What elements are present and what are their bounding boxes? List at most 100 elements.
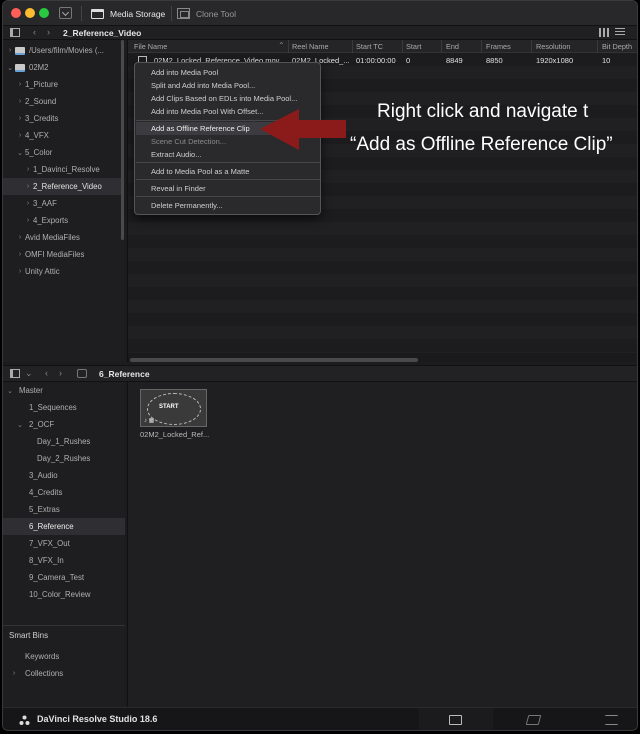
column-header-bit-depth[interactable]: Bit Depth xyxy=(602,42,632,51)
list-view-icon[interactable] xyxy=(615,28,625,37)
tree-item-label: 1_Picture xyxy=(25,80,58,89)
menu-item-extract-audio[interactable]: Extract Audio... xyxy=(151,150,201,159)
bin-5-extras[interactable]: 5_Extras xyxy=(3,501,125,518)
tree-scrollbar[interactable] xyxy=(121,40,124,240)
chevron-right-icon[interactable]: › xyxy=(15,251,25,258)
bin-8-vfx-in[interactable]: 8_VFX_In xyxy=(3,552,125,569)
tree-item-label: OMFI MediaFiles xyxy=(25,250,85,259)
annotation-line-1: Right click and navigate t xyxy=(377,101,589,122)
bin-label: 10_Color_Review xyxy=(29,590,91,599)
tree-item-4-exports[interactable]: › 4_Exports xyxy=(3,212,123,229)
tree-item-3-aaf[interactable]: › 3_AAF xyxy=(3,195,123,212)
menu-item-delete-permanently[interactable]: Delete Permanently... xyxy=(151,201,223,210)
chevron-right-icon[interactable]: › xyxy=(15,115,25,122)
thumbnail-view-icon[interactable] xyxy=(599,28,609,37)
zoom-window-button[interactable] xyxy=(39,8,49,18)
filter-icon[interactable] xyxy=(77,369,87,378)
menu-item-add-as-offline-reference-clip[interactable]: Add as Offline Reference Clip xyxy=(151,124,250,133)
bin-master[interactable]: ⌄ Master xyxy=(3,382,125,399)
bin-day-1-rushes[interactable]: Day_1_Rushes xyxy=(3,433,125,450)
file-list-header: File Name ⌃ Reel Name Start TC Start End… xyxy=(128,40,637,53)
chevron-down-icon[interactable]: ⌄ xyxy=(5,64,15,72)
tree-item-1-davinci-resolve[interactable]: › 1_Davinci_Resolve xyxy=(3,161,123,178)
clip-thumbnail[interactable]: START ♪ ▦ xyxy=(140,389,207,427)
menu-item-add-as-matte[interactable]: Add to Media Pool as a Matte xyxy=(151,167,249,176)
back-arrow-icon[interactable]: ‹ xyxy=(33,27,36,37)
close-window-button[interactable] xyxy=(11,8,21,18)
frames-cell: 8850 xyxy=(486,56,503,65)
bin-7-vfx-out[interactable]: 7_VFX_Out xyxy=(3,535,125,552)
horizontal-scrollbar[interactable] xyxy=(130,358,418,362)
tab-media-storage[interactable]: Media Storage xyxy=(91,1,165,26)
clip-viewer: START ♪ ▦ 02M2_Locked_Ref... xyxy=(127,382,637,707)
chevron-right-icon[interactable]: › xyxy=(15,81,25,88)
menu-item-scene-cut-detection[interactable]: Scene Cut Detection... xyxy=(151,137,226,146)
dropdown-toggle-icon[interactable] xyxy=(59,7,72,19)
sidebar-toggle-icon[interactable] xyxy=(10,369,20,378)
menu-item-add-into-media-pool[interactable]: Add into Media Pool xyxy=(151,68,218,77)
menu-item-add-clips-edl[interactable]: Add Clips Based on EDLs into Media Pool.… xyxy=(151,94,297,103)
tree-item-users-movies[interactable]: › /Users/film/Movies (... xyxy=(3,42,123,59)
bin-3-audio[interactable]: 3_Audio xyxy=(3,467,125,484)
cut-page-button[interactable] xyxy=(497,708,571,730)
smart-bin-collections[interactable]: › Collections xyxy=(3,665,125,682)
column-header-start-tc[interactable]: Start TC xyxy=(356,42,383,51)
chevron-right-icon[interactable]: › xyxy=(5,47,15,54)
tree-item-4-vfx[interactable]: › 4_VFX xyxy=(3,127,123,144)
chevron-down-icon[interactable]: ⌄ xyxy=(5,387,15,395)
menu-item-add-with-offset[interactable]: Add into Media Pool With Offset... xyxy=(151,107,263,116)
chevron-down-icon[interactable]: ⌄ xyxy=(15,421,25,429)
sidebar-toggle-icon[interactable] xyxy=(10,28,20,37)
sort-chevron-icon[interactable]: ⌃ xyxy=(278,41,285,50)
smart-bins-title: Smart Bins xyxy=(9,631,49,640)
tree-item-omfi-mediafiles[interactable]: › OMFI MediaFiles xyxy=(3,246,123,263)
chevron-down-icon[interactable]: ⌄ xyxy=(15,149,25,157)
chevron-right-icon[interactable]: › xyxy=(15,268,25,275)
bin-4-credits[interactable]: 4_Credits xyxy=(3,484,125,501)
media-pool-toolbar: ⌄ ‹ › 6_Reference xyxy=(3,365,637,382)
bin-6-reference[interactable]: 6_Reference xyxy=(3,518,125,535)
bin-2-ocf[interactable]: ⌄ 2_OCF xyxy=(3,416,125,433)
column-header-frames[interactable]: Frames xyxy=(486,42,511,51)
column-header-reel-name[interactable]: Reel Name xyxy=(292,42,329,51)
forward-arrow-icon[interactable]: › xyxy=(59,368,62,378)
tree-item-unity-attic[interactable]: › Unity Attic xyxy=(3,263,123,280)
back-arrow-icon[interactable]: ‹ xyxy=(45,368,48,378)
fairlight-page-button[interactable] xyxy=(575,708,637,730)
chevron-right-icon[interactable]: › xyxy=(23,166,33,173)
bin-9-camera-test[interactable]: 9_Camera_Test xyxy=(3,569,125,586)
chevron-right-icon[interactable]: › xyxy=(15,132,25,139)
tree-item-1-picture[interactable]: › 1_Picture xyxy=(3,76,123,93)
tree-item-avid-mediafiles[interactable]: › Avid MediaFiles xyxy=(3,229,123,246)
menu-item-reveal-in-finder[interactable]: Reveal in Finder xyxy=(151,184,206,193)
clone-tool-icon xyxy=(177,8,190,19)
menu-item-split-and-add[interactable]: Split and Add into Media Pool... xyxy=(151,81,255,90)
chevron-right-icon[interactable]: › xyxy=(23,217,33,224)
smart-bin-keywords[interactable]: Keywords xyxy=(3,648,125,665)
chevron-right-icon[interactable]: › xyxy=(9,670,19,677)
column-header-resolution[interactable]: Resolution xyxy=(536,42,570,51)
media-page-button[interactable] xyxy=(419,708,493,730)
tree-item-5-color[interactable]: ⌄ 5_Color xyxy=(3,144,123,161)
tree-item-3-credits[interactable]: › 3_Credits xyxy=(3,110,123,127)
tab-clone-tool[interactable]: Clone Tool xyxy=(177,1,236,26)
tree-item-label: 4_Exports xyxy=(33,216,69,225)
bin-1-sequences[interactable]: 1_Sequences xyxy=(3,399,125,416)
column-header-file-name[interactable]: File Name xyxy=(134,42,167,51)
tree-item-02m2[interactable]: ⌄ 02M2 xyxy=(3,59,123,76)
chevron-right-icon[interactable]: › xyxy=(23,200,33,207)
tree-item-2-reference-video[interactable]: › 2_Reference_Video xyxy=(3,178,123,195)
column-header-end[interactable]: End xyxy=(446,42,459,51)
bin-day-2-rushes[interactable]: Day_2_Rushes xyxy=(3,450,125,467)
current-bin-title: 6_Reference xyxy=(99,369,150,379)
bin-10-color-review[interactable]: 10_Color_Review xyxy=(3,586,125,603)
tree-item-2-sound[interactable]: › 2_Sound xyxy=(3,93,123,110)
chevron-right-icon[interactable]: › xyxy=(15,98,25,105)
forward-arrow-icon[interactable]: › xyxy=(47,27,50,37)
resolution-cell: 1920x1080 xyxy=(536,56,574,65)
column-header-start[interactable]: Start xyxy=(406,42,421,51)
chevron-right-icon[interactable]: › xyxy=(23,183,33,190)
chevron-right-icon[interactable]: › xyxy=(15,234,25,241)
minimize-window-button[interactable] xyxy=(25,8,35,18)
chevron-down-icon[interactable]: ⌄ xyxy=(25,368,33,379)
